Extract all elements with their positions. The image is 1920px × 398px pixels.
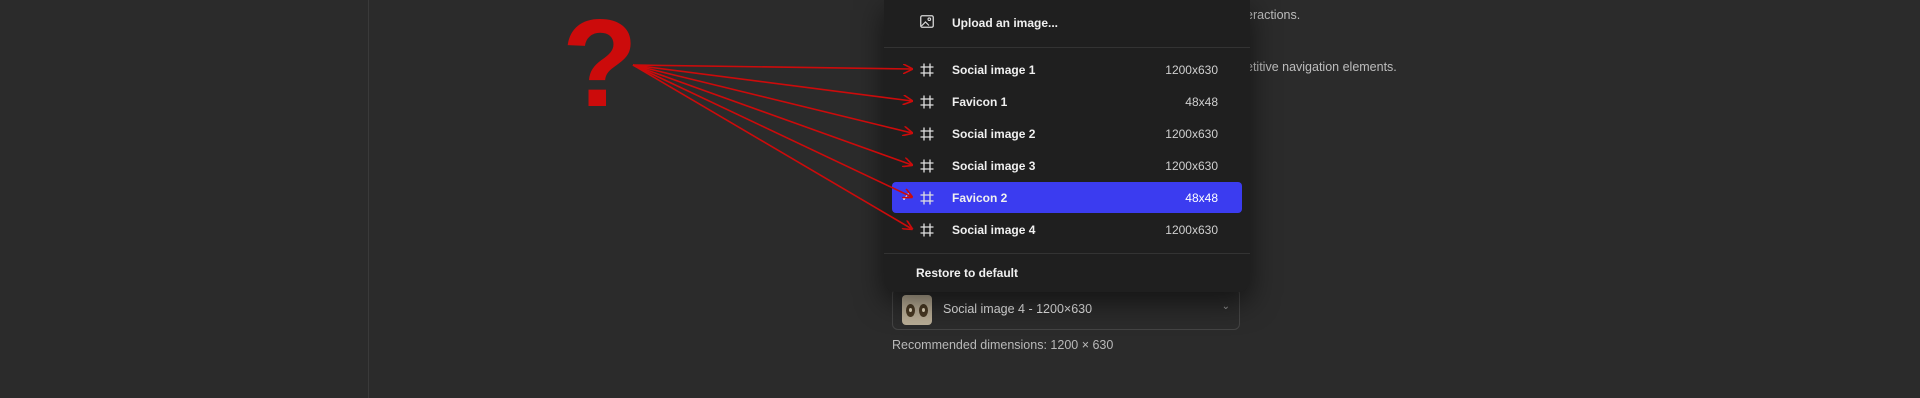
frame-icon [920,127,934,141]
menu-item-label: Social image 4 [952,223,1036,237]
menu-item-social-image-1[interactable]: Social image 1 1200x630 [892,54,1242,85]
annotation-arrow [632,64,912,133]
annotation-arrow [632,65,912,69]
annotation-arrow [632,64,912,101]
annotation-arrow [632,64,912,165]
menu-item-label: Social image 1 [952,63,1036,77]
menu-divider [884,47,1250,48]
annotation-arrow [632,64,912,197]
frame-icon [920,191,934,205]
menu-item-label: Favicon 2 [952,191,1008,205]
image-upload-icon [920,15,934,28]
frame-icon [920,95,934,109]
menu-divider [884,253,1250,254]
menu-item-dimensions: 48x48 [1185,95,1218,109]
frame-icon [920,223,934,237]
menu-item-dimensions: 48x48 [1185,191,1218,205]
question-mark-annotation: ? [562,0,638,133]
background-description-text: etitive navigation elements. [1246,60,1397,74]
frame-icon [920,63,934,77]
menu-item-social-image-4[interactable]: Social image 4 1200x630 [892,214,1242,245]
frame-icon [920,159,934,173]
sidebar-divider [368,0,369,398]
upload-image-label: Upload an image... [952,16,1059,30]
menu-item-dimensions: 1200x630 [1165,127,1218,141]
recommended-dimensions-hint: Recommended dimensions: 1200 × 630 [892,338,1114,352]
chevron-down-icon: ⌄ [1221,301,1230,312]
restore-to-default-item[interactable]: Restore to default [916,266,1018,280]
image-picker-menu: Upload an image... Social image 1 1200x63… [884,0,1250,292]
menu-item-dimensions: 1200x630 [1165,159,1218,173]
menu-item-dimensions: 1200x630 [1165,63,1218,77]
background-description-text: eractions. [1246,8,1301,22]
menu-item-favicon-2[interactable]: ✓ Favicon 2 48x48 [892,182,1242,213]
upload-image-menu-item[interactable]: Upload an image... [884,5,1250,39]
menu-item-label: Favicon 1 [952,95,1008,109]
menu-item-dimensions: 1200x630 [1165,223,1218,237]
menu-item-favicon-1[interactable]: Favicon 1 48x48 [892,86,1242,117]
menu-item-social-image-2[interactable]: Social image 2 1200x630 [892,118,1242,149]
social-image-thumbnail [902,295,932,325]
menu-item-label: Social image 2 [952,127,1036,141]
menu-item-social-image-3[interactable]: Social image 3 1200x630 [892,150,1242,181]
social-image-select[interactable]: Social image 4 - 1200×630 ⌄ [892,288,1240,330]
annotation-arrow [632,64,912,229]
menu-item-label: Social image 3 [952,159,1036,173]
select-value: Social image 4 - 1200×630 [943,302,1093,316]
checkmark-icon: ✓ [901,190,912,204]
